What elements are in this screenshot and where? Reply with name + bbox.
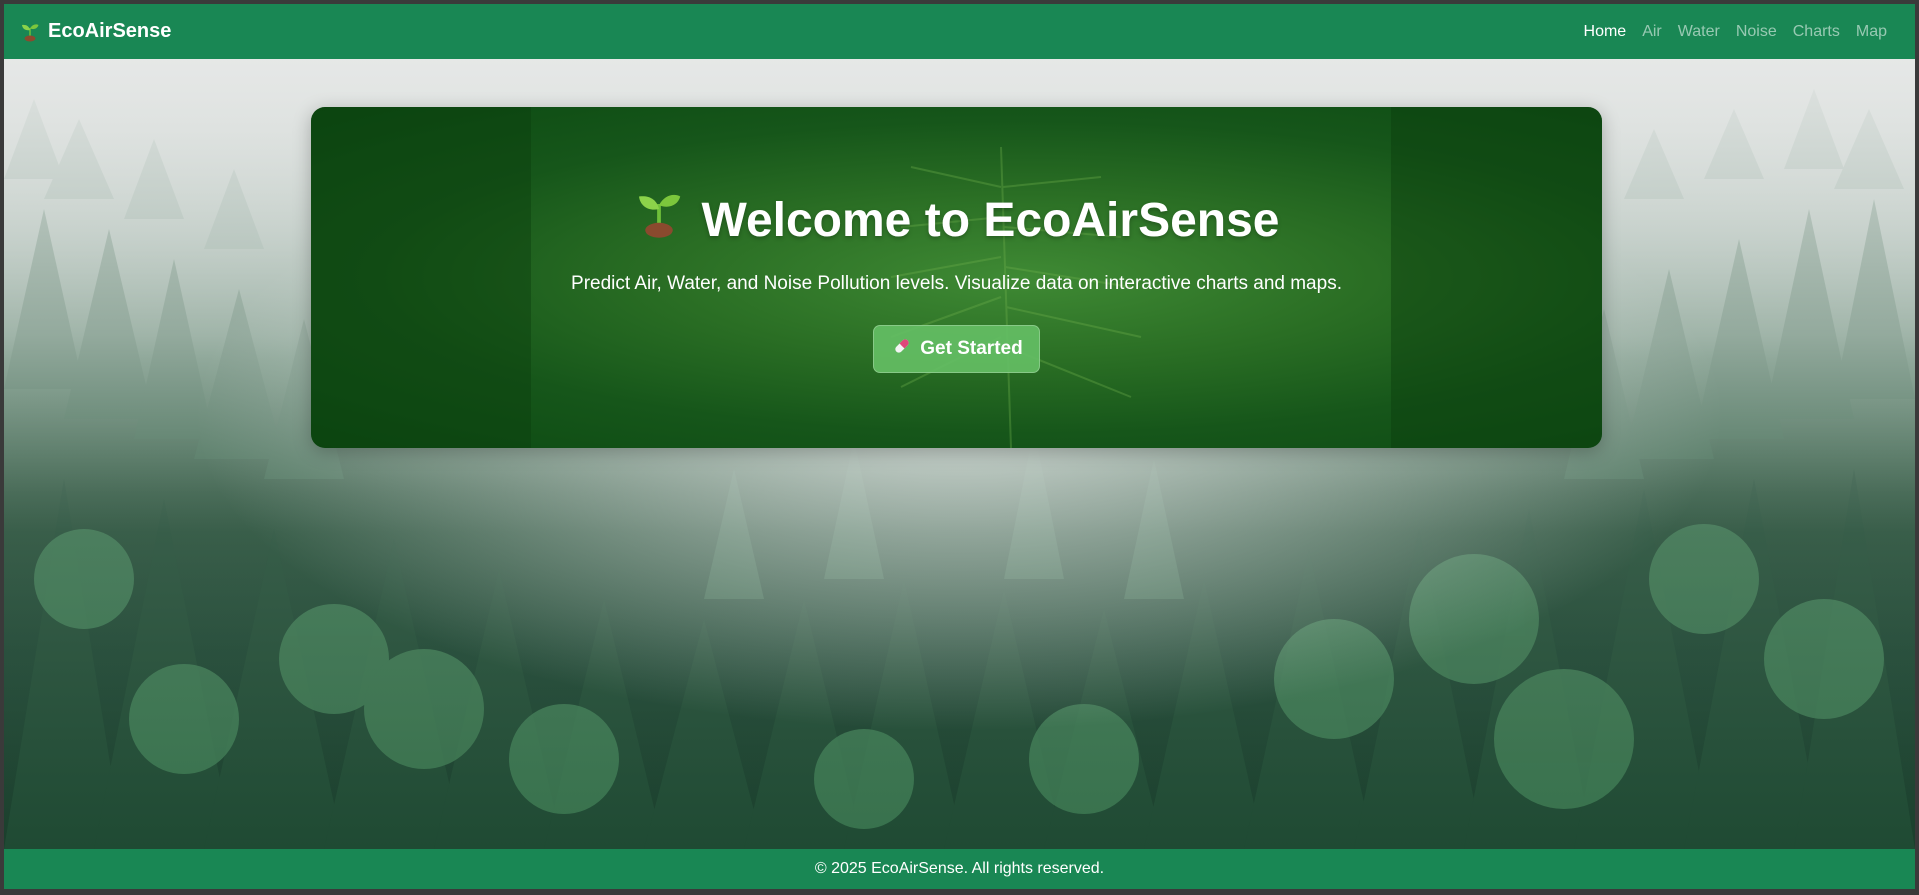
page-title: Welcome to EcoAirSense	[634, 189, 1280, 251]
seedling-icon	[634, 189, 684, 251]
nav-item-home[interactable]: Home	[1576, 23, 1635, 41]
brand-name: EcoAirSense	[48, 20, 172, 42]
hero-subtitle: Predict Air, Water, and Noise Pollution …	[571, 273, 1342, 294]
pill-icon	[892, 336, 912, 362]
nav-links: Home Air Water Noise Charts Map	[1576, 23, 1895, 41]
nav-item-water[interactable]: Water	[1670, 23, 1728, 41]
app-window: EcoAirSense Home Air Water Noise Charts …	[4, 4, 1915, 889]
footer-copyright: © 2025 EcoAirSense. All rights reserved.	[814, 860, 1105, 877]
nav-item-charts[interactable]: Charts	[1785, 23, 1848, 41]
get-started-label: Get Started	[920, 338, 1023, 359]
hero-title-text: Welcome to EcoAirSense	[701, 193, 1280, 247]
seedling-icon	[20, 22, 40, 42]
brand-link[interactable]: EcoAirSense	[20, 20, 171, 43]
nav-item-air[interactable]: Air	[1634, 23, 1670, 41]
hero-content: Welcome to EcoAirSense Predict Air, Wate…	[311, 107, 1602, 448]
get-started-button[interactable]: Get Started	[873, 325, 1040, 373]
navbar: EcoAirSense Home Air Water Noise Charts …	[4, 4, 1915, 59]
hero-card: Welcome to EcoAirSense Predict Air, Wate…	[311, 107, 1602, 448]
nav-item-noise[interactable]: Noise	[1728, 23, 1785, 41]
nav-item-map[interactable]: Map	[1848, 23, 1895, 41]
footer: © 2025 EcoAirSense. All rights reserved.	[4, 849, 1915, 889]
